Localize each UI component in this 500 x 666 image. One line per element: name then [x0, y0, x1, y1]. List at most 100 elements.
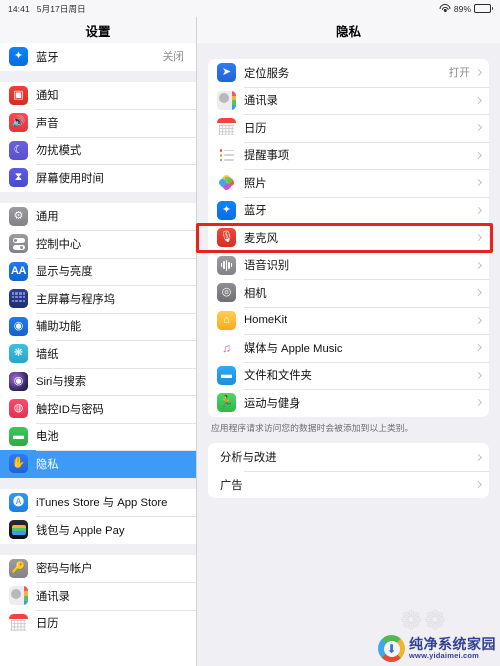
app-store-icon: 🅐 [9, 492, 28, 512]
sidebar-item-label: 通知 [36, 90, 59, 103]
sidebar-item-battery[interactable]: ▬ 电池 [0, 422, 196, 450]
privacy-row-contacts[interactable]: 通讯录 [208, 86, 489, 115]
privacy-row-calendar[interactable]: 日历 [208, 114, 489, 142]
bluetooth-icon: ✦ [217, 200, 236, 220]
chevron-right-icon [474, 453, 483, 461]
screen-time-icon-glyph: ⧗ [14, 171, 23, 184]
sidebar-item-label: 蓝牙 [36, 51, 59, 64]
chevron-right-icon [474, 481, 483, 489]
sidebar-item-touch-id[interactable]: ◍ 触控ID与密码 [0, 395, 196, 423]
notifications-icon-glyph: ▣ [13, 88, 24, 101]
sidebar-item-wallet[interactable]: 钱包与 Apple Pay [0, 516, 196, 544]
sidebar-item-contacts[interactable]: 通讯录 [0, 582, 196, 610]
sidebar-group: ⚙ 通用控制中心 AA 显示与亮度主屏幕与程序坞 ◉ 辅助功能 ❋ 墙纸 ◉ Siri与搜索 ◍ 触控… [0, 202, 196, 478]
chevron-right-icon [474, 316, 483, 324]
sidebar-item-control-center[interactable]: 控制中心 [0, 230, 196, 258]
chevron-right-icon [474, 206, 483, 214]
privacy-row-camera[interactable]: ◎ 相机 [208, 279, 489, 307]
sidebar-item-calendar[interactable]: 日历 [0, 609, 196, 637]
privacy-row-reminders[interactable]: 提醒事项 [208, 141, 489, 170]
sidebar-item-bluetooth[interactable]: ✦ 蓝牙 关闭 [0, 43, 196, 71]
sound-icon: 🔊 [9, 113, 28, 133]
privacy-hand-icon-glyph: ✋ [11, 457, 26, 470]
sidebar-groups: ✦ 蓝牙 关闭 ▣ 通知 🔊 声音 ☾ 勿扰模式 ⧗ 屏幕使用时间 ⚙ 通用 控制中心 AA 显示与亮度 主屏幕… [0, 43, 196, 637]
sidebar-item-wallpaper[interactable]: ❋ 墙纸 [0, 340, 196, 368]
privacy-row-location-services[interactable]: ➤ 定位服务 打开 [208, 59, 489, 87]
privacy-row-label: 照片 [244, 177, 267, 190]
battery-percent-label: 89% [453, 3, 472, 14]
privacy-bottom-row[interactable]: 分析与改进 [208, 443, 489, 471]
chevron-right-icon [474, 69, 483, 77]
watermark-text: 纯净系统家园 www.yidaimei.com [409, 637, 496, 660]
chevron-right-icon [474, 289, 483, 297]
sidebar-item-passwords-key[interactable]: 🔑 密码与帐户 [0, 554, 196, 582]
privacy-row-homekit[interactable]: ⌂ HomeKit [208, 306, 489, 335]
privacy-row-microphone[interactable]: 🎙 麦克风 [208, 224, 489, 252]
fitness-icon-glyph: 🏃 [219, 396, 234, 409]
watermark-name: 纯净系统家园 [409, 636, 496, 653]
sidebar-item-gear[interactable]: ⚙ 通用 [0, 202, 196, 230]
sidebar-item-siri[interactable]: ◉ Siri与搜索 [0, 367, 196, 395]
microphone-icon-glyph: 🎙 [219, 231, 234, 244]
sidebar-item-label: 密码与帐户 [36, 563, 93, 576]
app-store-icon-glyph: 🅐 [13, 495, 24, 508]
sidebar-item-app-store[interactable]: 🅐iTunes Store 与 App Store [0, 488, 196, 516]
status-time: 14:41 [8, 3, 30, 14]
sidebar-item-screen-time[interactable]: ⧗ 屏幕使用时间 [0, 164, 196, 192]
screen-time-icon: ⧗ [9, 168, 28, 188]
privacy-row-label: 相机 [244, 287, 267, 300]
control-center-icon-art [9, 234, 28, 253]
page-title: 隐私 [197, 17, 500, 43]
home-screen-dock-icon-art [9, 289, 28, 308]
contacts-icon [217, 90, 236, 110]
sidebar-item-label: 控制中心 [36, 238, 82, 251]
privacy-row-label: 定位服务 [244, 67, 290, 80]
privacy-footer-note: 应用程序请求访问您的数据时会被添加到以上类别。 [211, 422, 414, 433]
sidebar-item-label: 隐私 [36, 458, 59, 471]
display-brightness-icon: AA [9, 261, 28, 281]
sidebar-item-sound[interactable]: 🔊 声音 [0, 109, 196, 137]
control-center-icon [9, 234, 28, 254]
accessibility-icon-glyph: ◉ [13, 319, 24, 332]
bluetooth-icon: ✦ [9, 47, 28, 67]
privacy-row-files[interactable]: ▬ 文件和文件夹 [208, 361, 489, 390]
ipad-settings-screen: 14:41 5月17日周日 89% 设置 ✦ 蓝牙 关闭 ▣ 通知 🔊 声音 ☾ 勿扰模式 ⧗ 屏幕… [0, 0, 500, 666]
sidebar-item-label: 电池 [36, 431, 59, 444]
wallpaper-icon: ❋ [9, 344, 28, 364]
chevron-right-icon [474, 179, 483, 187]
battery-icon-glyph: ▬ [13, 429, 24, 442]
settings-sidebar[interactable]: 设置 ✦ 蓝牙 关闭 ▣ 通知 🔊 声音 ☾ 勿扰模式 ⧗ 屏幕使用时间 ⚙ 通用 控制中心 AA 显示与亮度… [0, 17, 197, 666]
privacy-bottom-list[interactable]: 分析与改进 广告 [208, 443, 489, 499]
privacy-list[interactable]: ➤ 定位服务 打开 通讯录 日历 提醒事项照片 ✦ 蓝牙 🎙 麦克风语音识别 ◎ 相机 ⌂ HomeKit… [208, 59, 489, 417]
sidebar-item-label: 主屏幕与程序坞 [36, 293, 116, 306]
sidebar-item-privacy-hand[interactable]: ✋ 隐私 [0, 450, 196, 478]
privacy-panel: 隐私 ➤ 定位服务 打开 通讯录 日历 提醒事项照片 ✦ 蓝牙 🎙 麦克风语音识别 ◎ 相机 ⌂ Home… [197, 17, 500, 666]
sidebar-item-notifications[interactable]: ▣ 通知 [0, 81, 196, 109]
calendar-icon-art [217, 118, 236, 138]
sidebar-item-display-brightness[interactable]: AA 显示与亮度 [0, 257, 196, 285]
privacy-row-label: 媒体与 Apple Music [244, 342, 343, 355]
camera-icon-glyph: ◎ [221, 286, 232, 299]
privacy-row-bluetooth[interactable]: ✦ 蓝牙 [208, 196, 489, 225]
privacy-row-speech-recognition[interactable]: 语音识别 [208, 251, 489, 280]
chevron-right-icon [474, 234, 483, 242]
sidebar-item-home-screen-dock[interactable]: 主屏幕与程序坞 [0, 285, 196, 313]
chevron-right-icon [474, 371, 483, 379]
privacy-row-label: 运动与健身 [244, 397, 301, 410]
fitness-icon: 🏃 [217, 393, 236, 413]
privacy-row-fitness[interactable]: 🏃 运动与健身 [208, 389, 489, 417]
sidebar-title: 设置 [0, 17, 196, 43]
sidebar-item-do-not-disturb[interactable]: ☾ 勿扰模式 [0, 136, 196, 164]
privacy-row-photos[interactable]: 照片 [208, 169, 489, 197]
privacy-bottom-row[interactable]: 广告 [208, 470, 489, 499]
sidebar-item-label: 通讯录 [36, 590, 70, 603]
sidebar-item-accessibility[interactable]: ◉ 辅助功能 [0, 312, 196, 340]
chevron-right-icon [474, 344, 483, 352]
sidebar-group: ✦ 蓝牙 关闭 [0, 43, 196, 71]
photos-icon-art [217, 173, 236, 192]
status-bar: 14:41 5月17日周日 89% [0, 0, 500, 17]
privacy-row-label: 麦克风 [244, 232, 278, 245]
sidebar-group-separator [0, 543, 196, 555]
site-watermark: ⬇ 纯净系统家园 www.yidaimei.com [378, 635, 496, 662]
privacy-row-music[interactable]: ♫ 媒体与 Apple Music [208, 334, 489, 362]
